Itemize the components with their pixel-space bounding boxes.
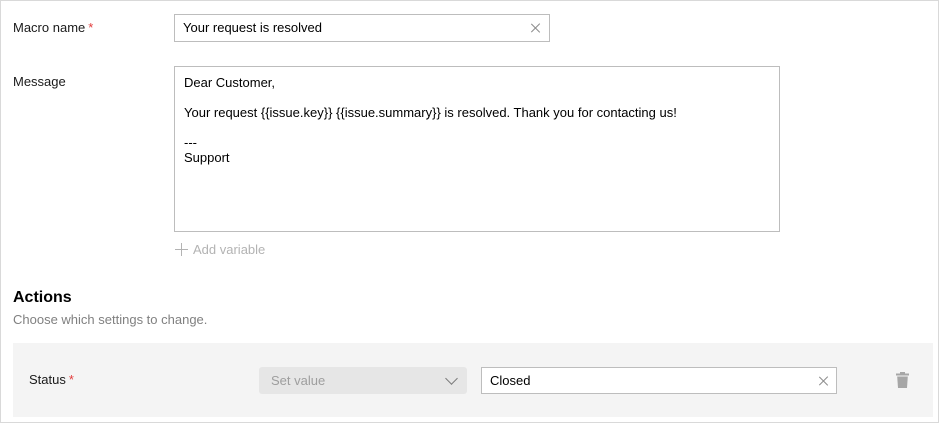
close-icon[interactable] <box>819 376 829 386</box>
message-label: Message <box>13 74 66 89</box>
actions-subtitle: Choose which settings to change. <box>13 312 208 327</box>
message-line: Dear Customer, <box>184 75 276 90</box>
add-variable-button[interactable]: Add variable <box>175 242 265 257</box>
action-row-status: Status * Set value Closed <box>13 343 933 417</box>
chevron-down-icon <box>445 372 458 385</box>
operation-select-value: Set value <box>271 373 326 388</box>
status-value-input[interactable]: Closed <box>481 367 837 394</box>
message-line: Your request {{issue.key}} {{issue.summa… <box>184 105 677 120</box>
macro-name-label: Macro name * <box>13 20 93 35</box>
required-mark: * <box>88 20 94 35</box>
status-value[interactable]: Closed <box>490 373 530 388</box>
message-line: --- <box>184 135 197 150</box>
actions-title: Actions <box>13 289 72 306</box>
macro-name-value[interactable]: Your request is resolved <box>183 20 322 35</box>
operation-select[interactable]: Set value <box>259 367 467 394</box>
add-variable-label: Add variable <box>193 242 266 257</box>
required-mark: * <box>68 372 74 387</box>
macro-form: Macro name * Your request is resolved Mes… <box>0 0 939 423</box>
macro-name-label-text: Macro name <box>13 20 86 35</box>
status-label: Status * <box>29 372 74 387</box>
plus-icon <box>175 243 188 256</box>
trash-icon[interactable] <box>896 372 909 388</box>
message-textarea[interactable]: Dear Customer, Your request {{issue.key}… <box>174 66 780 232</box>
status-label-text: Status <box>29 372 66 387</box>
message-line: Support <box>184 150 230 165</box>
macro-name-input[interactable]: Your request is resolved <box>174 14 550 42</box>
close-icon[interactable] <box>531 23 541 33</box>
